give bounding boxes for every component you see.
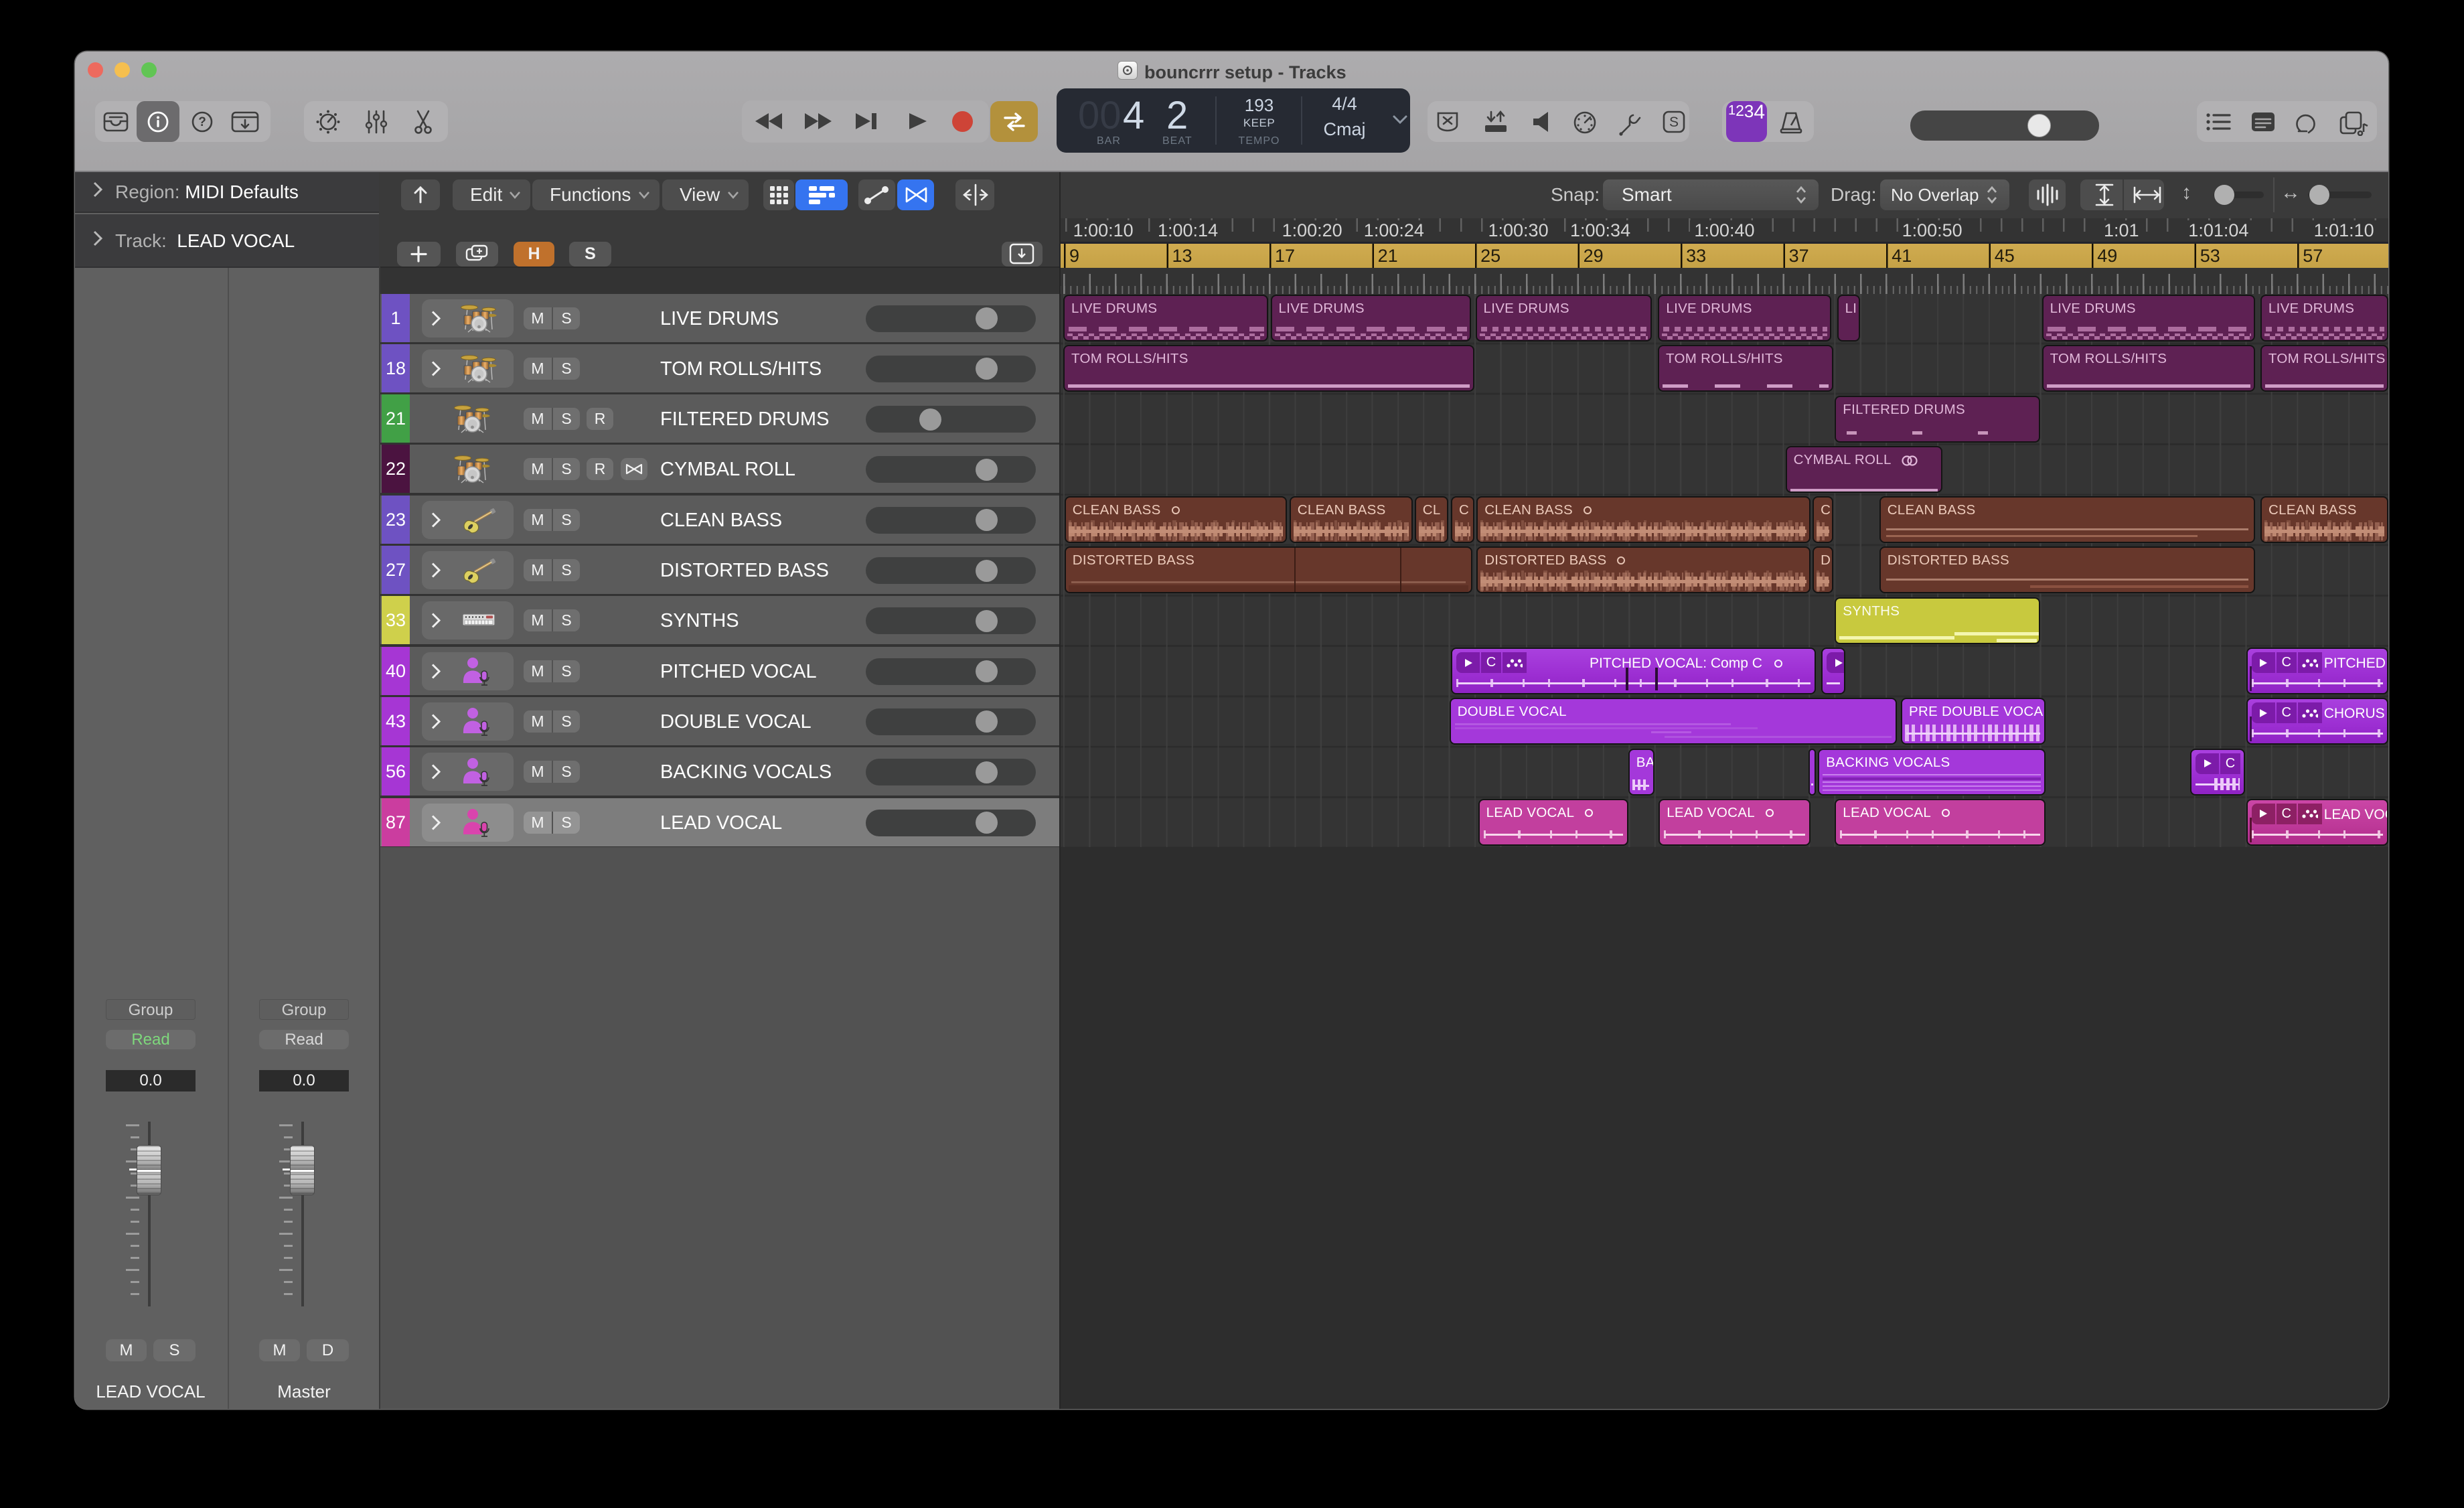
svg-text:?: ?: [198, 115, 206, 129]
svg-text:S: S: [1669, 115, 1679, 130]
